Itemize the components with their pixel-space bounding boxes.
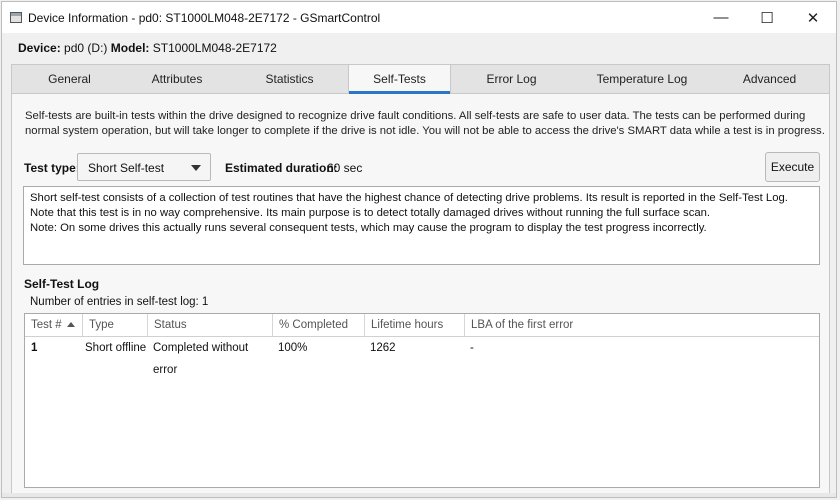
window-title: Device Information - pd0: ST1000LM048-2E… — [28, 10, 381, 25]
app-window: Device Information - pd0: ST1000LM048-2E… — [1, 1, 837, 498]
column-header-test-number[interactable]: Test # — [25, 314, 83, 336]
column-header-lba-first-error[interactable]: LBA of the first error — [465, 314, 819, 336]
self-tests-intro-text: Self-tests are built-in tests within the… — [25, 110, 825, 137]
estimated-duration-value: 60 sec — [327, 161, 363, 175]
column-header-status[interactable]: Status — [148, 314, 273, 336]
tab-label: Error Log — [486, 72, 537, 86]
cell-type: Short offline — [85, 342, 147, 354]
cell-lifetime-hours: 1262 — [370, 342, 396, 354]
column-header-label: Lifetime hours — [371, 319, 444, 331]
test-description-box[interactable]: Short self-test consists of a collection… — [23, 186, 820, 265]
chevron-down-icon — [191, 165, 201, 171]
device-info-line: Device: pd0 (D:) Model: ST1000LM048-2E71… — [18, 41, 277, 55]
test-type-label: Test type: — [24, 161, 80, 175]
tab-label: Self-Tests — [373, 72, 426, 86]
tab-bar: General Attributes Statistics Self-Tests… — [11, 64, 830, 94]
drive-icon — [10, 12, 22, 23]
tab-temperature-log[interactable]: Temperature Log — [574, 65, 710, 94]
window-controls: — ☐ ✕ — [698, 2, 836, 33]
estimated-duration-label: Estimated duration: — [225, 161, 338, 175]
tab-label: Advanced — [742, 72, 797, 86]
test-description-note: Note: On some drives this actually runs … — [30, 222, 707, 234]
column-header-type[interactable]: Type — [83, 314, 148, 336]
test-description-text: Short self-test consists of a collection… — [30, 192, 788, 219]
column-header-completed[interactable]: % Completed — [273, 314, 365, 336]
minimize-button[interactable]: — — [698, 2, 744, 33]
title-bar: Device Information - pd0: ST1000LM048-2E… — [2, 2, 836, 33]
entries-count-text: Number of entries in self-test log: 1 — [30, 296, 209, 308]
tab-general[interactable]: General — [12, 65, 127, 94]
cell-completed: 100% — [278, 342, 308, 354]
tab-error-log[interactable]: Error Log — [449, 65, 574, 94]
tab-advanced[interactable]: Advanced — [710, 65, 829, 94]
self-test-log-heading: Self-Test Log — [24, 277, 100, 291]
model-label: Model: — [110, 41, 150, 55]
device-value: pd0 (D:) — [64, 41, 108, 55]
self-test-log-table[interactable]: Test # Type Status % Completed Lifetime … — [24, 313, 820, 488]
sort-ascending-icon — [66, 322, 75, 327]
column-header-lifetime-hours[interactable]: Lifetime hours — [365, 314, 465, 336]
column-header-label: Test # — [31, 319, 62, 331]
cell-lba-first-error: - — [470, 342, 474, 354]
tab-label: Temperature Log — [596, 72, 688, 86]
column-header-label: LBA of the first error — [471, 319, 574, 331]
column-header-label: % Completed — [279, 319, 349, 331]
cell-test-number: 1 — [31, 342, 38, 354]
active-tab-indicator — [349, 91, 450, 94]
column-header-label: Status — [154, 319, 187, 331]
device-label: Device: — [18, 41, 61, 55]
test-type-value: Short Self-test — [88, 161, 165, 175]
tab-statistics[interactable]: Statistics — [227, 65, 352, 94]
tab-label: Attributes — [151, 72, 203, 86]
maximize-button[interactable]: ☐ — [744, 2, 790, 33]
model-value: ST1000LM048-2E7172 — [152, 41, 277, 55]
table-row[interactable]: 1 Short offline Completed without error … — [25, 337, 819, 376]
table-header: Test # Type Status % Completed Lifetime … — [25, 314, 819, 337]
tab-self-tests[interactable]: Self-Tests — [348, 65, 451, 94]
column-header-label: Type — [89, 319, 114, 331]
tab-attributes[interactable]: Attributes — [127, 65, 227, 94]
tab-label: Statistics — [265, 72, 314, 86]
test-type-select[interactable]: Short Self-test — [77, 153, 211, 181]
bottom-button-strip — [2, 493, 836, 497]
cell-status: Completed without error — [153, 342, 249, 376]
execute-button[interactable]: Execute — [765, 152, 820, 182]
tab-label: General — [48, 72, 91, 86]
close-button[interactable]: ✕ — [790, 2, 836, 33]
